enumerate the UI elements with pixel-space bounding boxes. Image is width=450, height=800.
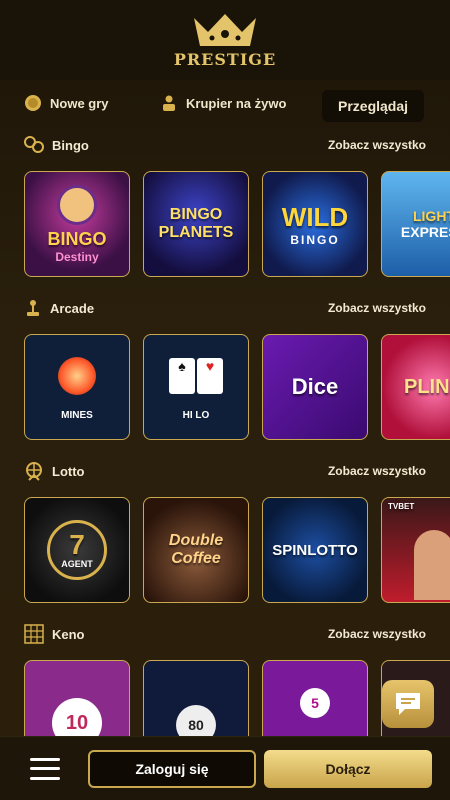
game-tile[interactable]: BINGO PLANETS: [143, 171, 249, 277]
game-row: MINES ♠ ♥ HI LO Dice PLINK: [0, 334, 450, 442]
nav-item-live-dealer[interactable]: Krupier na żywo: [160, 94, 286, 112]
tile-title: 80: [188, 717, 204, 733]
brand-name: PRESTIGE: [173, 49, 277, 69]
nav-item-new-games[interactable]: Nowe gry: [24, 94, 109, 112]
cards-graphic: ♠ ♥: [169, 358, 223, 394]
app-header: PRESTIGE: [0, 0, 450, 80]
section-title: Keno: [52, 626, 85, 642]
tile-title: HI LO: [182, 410, 210, 421]
see-all-link[interactable]: Zobacz wszystko: [328, 301, 426, 315]
game-row: 7 AGENT Double Coffee SPINLOTTO TVBET: [0, 497, 450, 605]
game-tile[interactable]: PLINK: [381, 334, 450, 440]
dealer-graphic: [414, 530, 450, 600]
section-title: Bingo: [52, 137, 89, 153]
live-dealer-icon: [163, 95, 175, 111]
game-row: BINGO Destiny BINGO PLANETS WILD BINGO L…: [0, 171, 450, 279]
tile-title: 7: [69, 529, 85, 560]
tile-title: Double Coffee: [168, 532, 224, 567]
section-arcade: Arcade Zobacz wszystko MINES ♠ ♥ HI LO D…: [0, 295, 450, 442]
tile-title: WILD: [281, 201, 349, 232]
nav-label-new-games: Nowe gry: [50, 95, 109, 111]
game-tile[interactable]: Double Coffee: [143, 497, 249, 603]
chat-bubble-icon: [396, 693, 420, 715]
tile-subtitle: AGENT: [61, 559, 93, 569]
category-nav: Nowe gry Krupier na żywo Przeglądaj: [0, 80, 450, 130]
section-header: Lotto Zobacz wszystko: [0, 458, 450, 484]
tile-subtitle: BINGO: [290, 232, 340, 247]
game-tile[interactable]: LIGHT EXPRESS: [381, 171, 450, 277]
game-tile[interactable]: 7 AGENT: [24, 497, 130, 603]
nav-label-browse: Przeglądaj: [338, 98, 409, 114]
section-title: Lotto: [52, 463, 85, 479]
crown-logo-icon: [194, 13, 256, 46]
see-all-link[interactable]: Zobacz wszystko: [328, 627, 426, 641]
tile-title: PLINK: [404, 375, 450, 398]
game-tile[interactable]: MINES: [24, 334, 130, 440]
game-tile[interactable]: ♠ ♥ HI LO: [143, 334, 249, 440]
nav-item-browse[interactable]: Przeglądaj: [322, 90, 425, 122]
game-tile[interactable]: TVBET: [381, 497, 450, 603]
tile-title: 10: [65, 711, 89, 734]
game-tile[interactable]: SPINLOTTO: [262, 497, 368, 603]
tile-title: MINES: [61, 410, 93, 421]
game-tile[interactable]: BINGO Destiny: [24, 171, 130, 277]
section-bingo: Bingo Zobacz wszystko BINGO Destiny BING…: [0, 132, 450, 279]
section-header: Arcade Zobacz wszystko: [0, 295, 450, 321]
section-header: Keno Zobacz wszystko: [0, 621, 450, 647]
joystick-icon: [27, 300, 39, 316]
login-button[interactable]: Zaloguj się: [88, 749, 256, 788]
explosion-graphic: [58, 357, 96, 395]
tile-title: BINGO PLANETS: [158, 206, 234, 241]
keno-grid-icon: [24, 624, 44, 644]
section-header: Bingo Zobacz wszystko: [0, 132, 450, 158]
see-all-link[interactable]: Zobacz wszystko: [328, 138, 426, 152]
tile-title: BINGO: [47, 228, 107, 249]
nav-label-live-dealer: Krupier na żywo: [186, 95, 287, 111]
chat-button[interactable]: [382, 680, 434, 728]
jester-graphic: [56, 184, 97, 225]
menu-icon[interactable]: [30, 757, 60, 780]
join-button[interactable]: Dołącz: [264, 749, 432, 788]
section-lotto: Lotto Zobacz wszystko 7 AGENT Double Cof…: [0, 458, 450, 605]
game-tile[interactable]: Dice: [262, 334, 368, 440]
tile-title: SPINLOTTO: [272, 541, 358, 559]
new-games-icon: [25, 95, 41, 111]
lotto-wheel-icon: [26, 462, 42, 481]
tile-title: TVBET: [388, 502, 415, 511]
tile-subtitle: Destiny: [55, 249, 99, 264]
bottom-bar: Zaloguj się Dołącz: [0, 736, 450, 800]
bingo-icon: [24, 136, 44, 153]
tile-title: Dice: [291, 374, 339, 399]
game-tile[interactable]: WILD BINGO: [262, 171, 368, 277]
section-title: Arcade: [50, 300, 95, 316]
tile-subtitle: EXPRESS: [400, 224, 450, 240]
tile-title: LIGHT: [412, 208, 450, 224]
tile-title: 5: [311, 695, 319, 711]
see-all-link[interactable]: Zobacz wszystko: [328, 464, 426, 478]
